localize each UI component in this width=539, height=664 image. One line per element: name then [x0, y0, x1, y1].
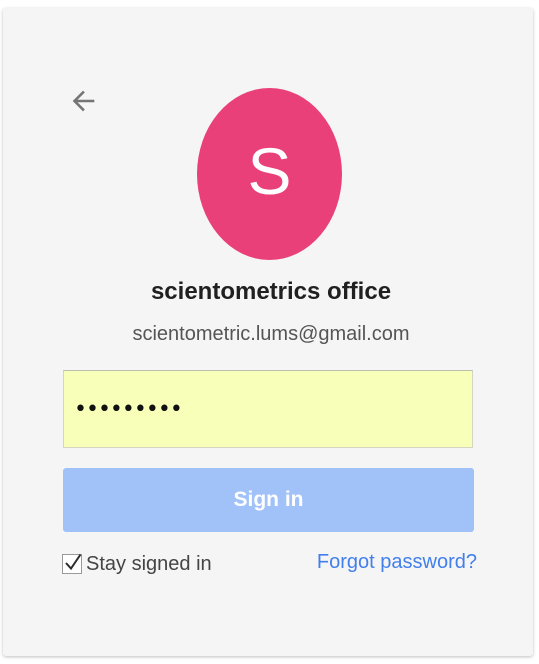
- arrow-left-icon: [63, 90, 103, 124]
- stay-signed-in-checkbox[interactable]: Stay signed in: [62, 550, 212, 578]
- account-name: scientometrics office: [150, 278, 392, 305]
- sign-in-button[interactable]: Sign in: [63, 468, 474, 532]
- avatar: S: [197, 88, 342, 260]
- checkbox-box[interactable]: [62, 553, 82, 574]
- avatar-letter: S: [247, 134, 292, 208]
- forgot-password-link[interactable]: Forgot password?: [317, 551, 477, 574]
- account-email: scientometric.lums@gmail.com: [132, 323, 410, 345]
- stay-signed-in-label: Stay signed in: [86, 552, 212, 575]
- back-button[interactable]: [63, 80, 103, 120]
- password-field[interactable]: [63, 370, 473, 448]
